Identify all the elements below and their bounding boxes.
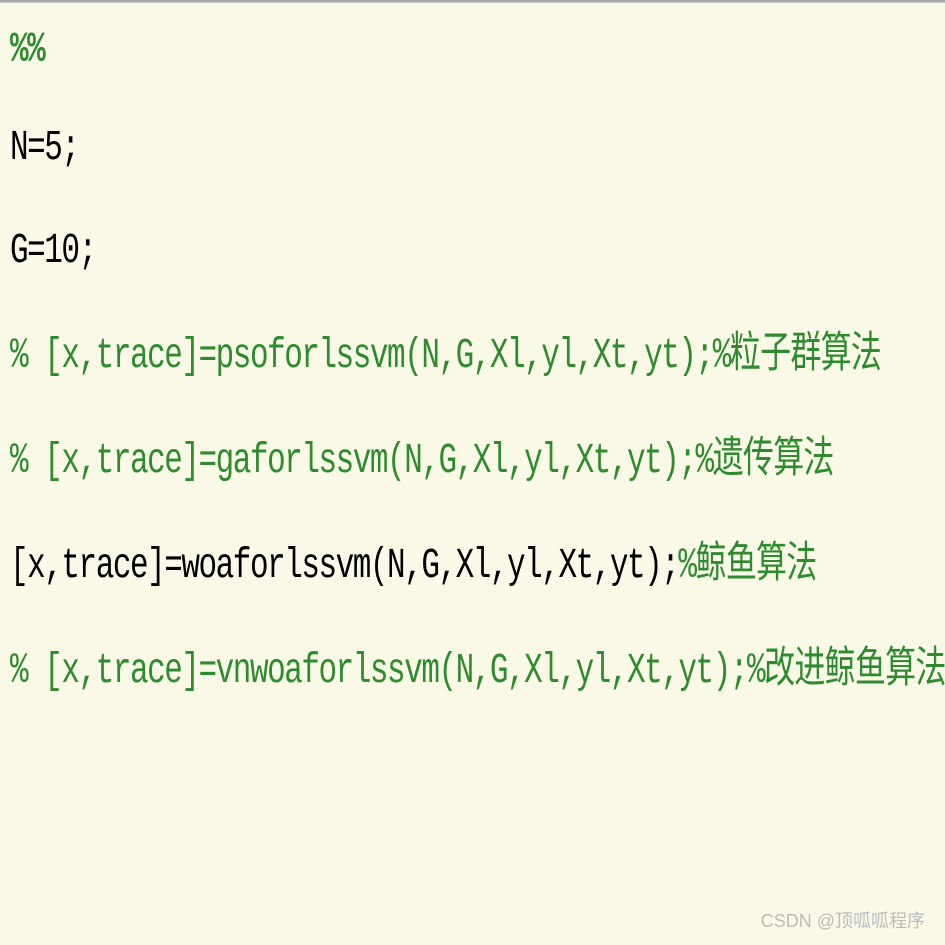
code-text: G=10;: [10, 226, 96, 275]
watermark: CSDN @顶呱呱程序: [761, 907, 925, 933]
code-text: [x,trace]=woaforlssvm(N,G,Xl,yl,Xt,yt);: [10, 541, 678, 590]
comment-cjk: 粒子群算法: [730, 330, 881, 377]
comment-text: % [x,trace]=psoforlssvm(N,G,Xl,yl,Xt,yt)…: [10, 331, 730, 380]
comment-text: % [x,trace]=gaforlssvm(N,G,Xl,yl,Xt,yt);…: [10, 436, 713, 485]
code-block: %% N=5; G=10; % [x,trace]=psoforlssvm(N,…: [0, 3, 945, 767]
comment-cjk: 遗传算法: [713, 435, 834, 482]
code-line-4: % [x,trace]=psoforlssvm(N,G,Xl,yl,Xt,yt)…: [10, 332, 676, 377]
code-line-5: % [x,trace]=gaforlssvm(N,G,Xl,yl,Xt,yt);…: [10, 437, 676, 482]
comment-text: %: [678, 541, 695, 590]
code-line-7: % [x,trace]=vnwoaforlssvm(N,G,Xl,yl,Xt,y…: [10, 647, 676, 692]
comment-cjk: 鲸鱼算法: [696, 540, 817, 587]
code-line-1: %%: [10, 28, 676, 71]
code-line-6: [x,trace]=woaforlssvm(N,G,Xl,yl,Xt,yt);%…: [10, 542, 676, 587]
comment-text: % [x,trace]=vnwoaforlssvm(N,G,Xl,yl,Xt,y…: [10, 646, 764, 695]
code-line-2: N=5;: [10, 126, 676, 169]
section-marker: %%: [10, 25, 44, 74]
code-text: N=5;: [10, 123, 79, 172]
code-line-3: G=10;: [10, 229, 676, 272]
comment-cjk: 改进鲸鱼算法: [764, 645, 945, 692]
